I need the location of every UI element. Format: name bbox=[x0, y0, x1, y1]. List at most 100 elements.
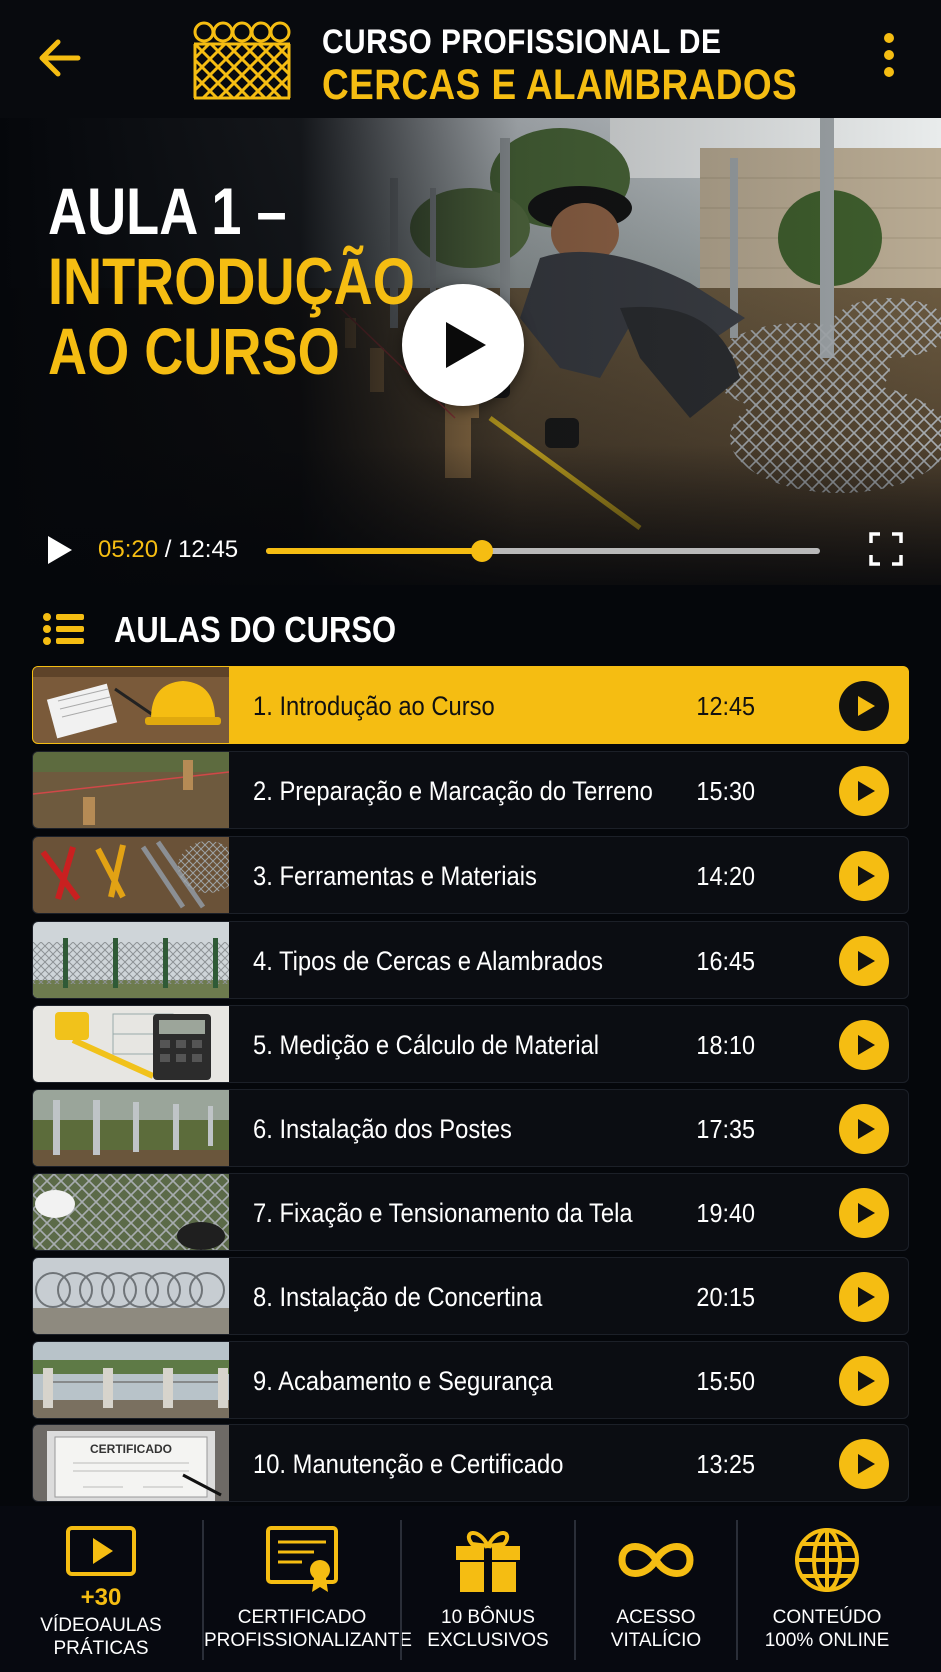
play-icon bbox=[858, 1035, 875, 1055]
fullscreen-button[interactable] bbox=[868, 531, 904, 567]
feature-certificado: CERTIFICADO PROFISSIONALIZANTE bbox=[204, 1506, 412, 1672]
lesson-thumbnail bbox=[33, 667, 229, 743]
lesson-number: 7. bbox=[253, 1198, 273, 1228]
list-icon bbox=[43, 613, 84, 645]
lesson-title-text: Ferramentas e Materiais bbox=[279, 861, 537, 891]
play-icon bbox=[858, 1119, 875, 1139]
play-icon bbox=[858, 866, 875, 886]
feature-label-line1: 10 BÔNUS bbox=[441, 1607, 535, 1628]
lesson-title-text: Medição e Cálculo de Material bbox=[279, 1030, 600, 1060]
course-title-line1: CURSO PROFISSIONAL DE bbox=[322, 23, 722, 61]
lesson-play-button[interactable] bbox=[839, 681, 889, 731]
video-player[interactable]: AULA 1 – INTRODUÇÃO AO CURSO 05:20 / 12:… bbox=[0, 118, 941, 585]
lesson-duration: 13:25 bbox=[696, 1449, 755, 1479]
progress-handle[interactable] bbox=[471, 540, 494, 562]
feature-label-line2: PROFISSIONALIZANTE bbox=[204, 1630, 412, 1651]
lesson-number: 5. bbox=[253, 1030, 273, 1060]
play-icon bbox=[858, 1287, 875, 1307]
lesson-title: 3. Ferramentas e Materiais bbox=[253, 837, 537, 913]
lesson-play-button[interactable] bbox=[839, 1356, 889, 1406]
play-icon bbox=[858, 781, 875, 801]
progress-slider[interactable] bbox=[266, 540, 820, 562]
more-options-button[interactable] bbox=[872, 30, 906, 80]
feature-label-line2: PRÁTICAS bbox=[53, 1638, 149, 1659]
lesson-title-text: Instalação de Concertina bbox=[279, 1282, 543, 1312]
play-icon bbox=[858, 1454, 875, 1474]
lesson-play-button[interactable] bbox=[839, 766, 889, 816]
section-title: AULAS DO CURSO bbox=[114, 609, 397, 650]
lesson-row-9[interactable]: 9. Acabamento e Segurança 15:50 bbox=[32, 1341, 909, 1419]
play-icon bbox=[858, 951, 875, 971]
lesson-title: 2. Preparação e Marcação do Terreno bbox=[253, 752, 653, 828]
lesson-number: 10. bbox=[253, 1449, 287, 1479]
lesson-thumbnail bbox=[33, 1090, 229, 1166]
feature-label-line1: VÍDEOAULAS bbox=[40, 1615, 162, 1636]
lesson-title: 10. Manutenção e Certificado bbox=[253, 1425, 564, 1501]
feature-acesso: ACESSO VITALÍCIO bbox=[576, 1506, 736, 1672]
lesson-play-button[interactable] bbox=[839, 1104, 889, 1154]
lesson-row-3[interactable]: 3. Ferramentas e Materiais 14:20 bbox=[32, 836, 909, 914]
lesson-number: 2. bbox=[253, 776, 273, 806]
lesson-play-button[interactable] bbox=[839, 1272, 889, 1322]
lesson-number: 8. bbox=[253, 1282, 273, 1312]
lesson-title: 8. Instalação de Concertina bbox=[253, 1258, 543, 1334]
lesson-row-1[interactable]: 1. Introdução ao Curso 12:45 bbox=[32, 666, 909, 744]
lesson-duration: 12:45 bbox=[696, 691, 755, 721]
lesson-row-2[interactable]: 2. Preparação e Marcação do Terreno 15:3… bbox=[32, 751, 909, 829]
infinity-icon bbox=[618, 1543, 694, 1577]
course-title: CURSO PROFISSIONAL DE CERCAS E ALAMBRADO… bbox=[322, 22, 875, 108]
back-button[interactable] bbox=[34, 32, 86, 84]
feature-label-line2: EXCLUSIVOS bbox=[427, 1630, 549, 1651]
course-title-line2: CERCAS E ALAMBRADOS bbox=[322, 61, 798, 109]
kebab-menu-icon bbox=[884, 33, 894, 77]
lesson-row-8[interactable]: 8. Instalação de Concertina 20:15 bbox=[32, 1257, 909, 1335]
lesson-thumbnail bbox=[33, 1006, 229, 1082]
progress-fill bbox=[266, 548, 483, 554]
lesson-row-4[interactable]: 4. Tipos de Cercas e Alambrados 16:45 bbox=[32, 921, 909, 999]
lesson-play-button[interactable] bbox=[839, 1439, 889, 1489]
current-lesson-title: AULA 1 – INTRODUÇÃO AO CURSO bbox=[48, 176, 415, 386]
lesson-number: 9. bbox=[253, 1366, 273, 1396]
lesson-number: 3. bbox=[253, 861, 273, 891]
player-controls: 05:20 / 12:45 bbox=[0, 523, 941, 573]
feature-online: CONTEÚDO 100% ONLINE bbox=[738, 1506, 916, 1672]
play-pause-button[interactable] bbox=[42, 533, 76, 567]
lesson-title: 1. Introdução ao Curso bbox=[253, 667, 495, 743]
lesson-play-button[interactable] bbox=[839, 936, 889, 986]
lesson-play-button[interactable] bbox=[839, 1188, 889, 1238]
course-features-bar: +30 VÍDEOAULAS PRÁTICAS CERTIFICADO PROF… bbox=[0, 1506, 941, 1672]
lesson-row-10[interactable]: CERTIFICADO 10. Manutenção e Certificado… bbox=[32, 1424, 909, 1502]
total-time: 12:45 bbox=[178, 536, 239, 563]
lesson-title: 4. Tipos de Cercas e Alambrados bbox=[253, 922, 603, 998]
play-icon bbox=[858, 696, 875, 716]
lesson-duration: 15:30 bbox=[696, 776, 755, 806]
feature-label-line2: 100% ONLINE bbox=[764, 1630, 890, 1651]
lesson-duration: 18:10 bbox=[696, 1030, 755, 1060]
arrow-left-icon bbox=[39, 39, 81, 77]
lesson-play-button[interactable] bbox=[839, 851, 889, 901]
lesson-title: 9. Acabamento e Segurança bbox=[253, 1342, 553, 1418]
lesson-thumbnail bbox=[33, 1342, 229, 1418]
lesson-duration: 16:45 bbox=[696, 946, 755, 976]
fullscreen-icon bbox=[869, 532, 903, 566]
lesson-row-7[interactable]: 7. Fixação e Tensionamento da Tela 19:40 bbox=[32, 1173, 909, 1251]
lesson-title-line1: AULA 1 – bbox=[48, 174, 287, 248]
lesson-play-button[interactable] bbox=[839, 1020, 889, 1070]
globe-icon bbox=[795, 1528, 859, 1592]
play-video-button[interactable] bbox=[402, 284, 524, 406]
lesson-duration: 17:35 bbox=[696, 1114, 755, 1144]
lesson-thumbnail bbox=[33, 752, 229, 828]
lesson-thumbnail bbox=[33, 922, 229, 998]
app-header: CURSO PROFISSIONAL DE CERCAS E ALAMBRADO… bbox=[0, 0, 941, 118]
play-icon bbox=[858, 1203, 875, 1223]
feature-videoaulas: +30 VÍDEOAULAS PRÁTICAS bbox=[0, 1506, 202, 1672]
lesson-thumbnail bbox=[33, 1258, 229, 1334]
feature-label-line1: CONTEÚDO bbox=[772, 1607, 882, 1628]
lesson-thumbnail: CERTIFICADO bbox=[33, 1425, 229, 1501]
lesson-title-text: Manutenção e Certificado bbox=[292, 1449, 564, 1479]
lesson-number: 4. bbox=[253, 946, 273, 976]
lesson-row-5[interactable]: 5. Medição e Cálculo de Material 18:10 bbox=[32, 1005, 909, 1083]
lessons-section-header: AULAS DO CURSO bbox=[0, 605, 941, 655]
lesson-row-6[interactable]: 6. Instalação dos Postes 17:35 bbox=[32, 1089, 909, 1167]
lesson-title-line2: INTRODUÇÃO bbox=[48, 244, 415, 318]
